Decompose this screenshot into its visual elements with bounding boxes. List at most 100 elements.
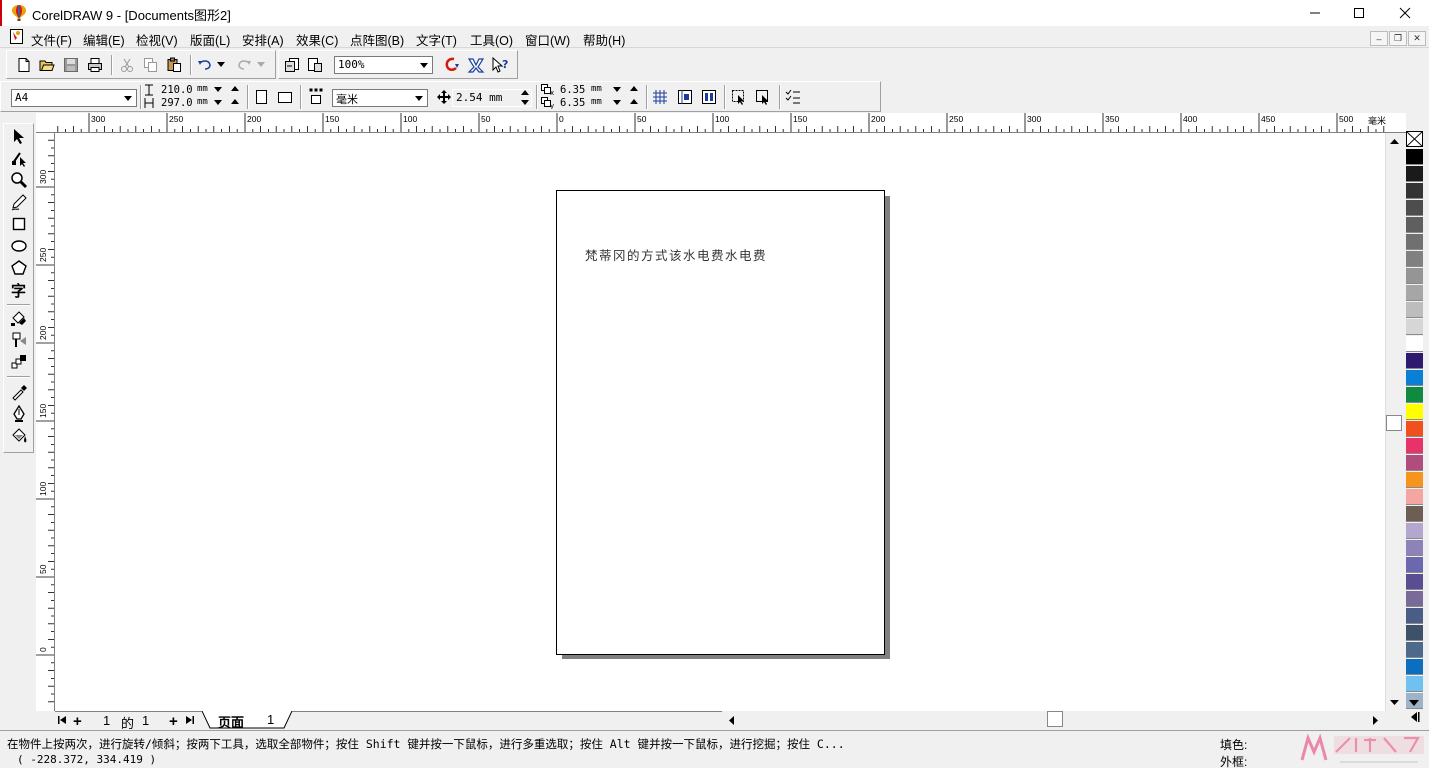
menu-edit[interactable]: 编辑(E) (83, 30, 125, 49)
draw-objects-when-moving-button[interactable] (754, 88, 772, 106)
menu-arrange[interactable]: 安排(A) (242, 30, 284, 49)
duplicate-x-spin-up[interactable] (630, 86, 638, 91)
color-swatch[interactable] (1406, 200, 1423, 216)
palette-scroll-down-button[interactable] (1408, 697, 1420, 707)
scroll-down-button[interactable] (1386, 695, 1402, 711)
interactive-transparency-tool[interactable] (9, 330, 29, 350)
mdi-restore-button[interactable]: ❐ (1389, 31, 1407, 46)
nudge-distance-field[interactable]: 2.54 mm (452, 89, 532, 107)
close-button[interactable] (1382, 0, 1428, 26)
portrait-button[interactable] (253, 88, 271, 106)
zoom-level-combo[interactable]: 100% (334, 56, 433, 74)
scroll-left-button[interactable] (724, 712, 740, 728)
no-color-swatch[interactable] (1406, 131, 1423, 147)
add-page-before-button[interactable]: + (73, 713, 82, 730)
text-tool[interactable]: 字 (9, 280, 29, 300)
color-swatch[interactable] (1406, 591, 1423, 607)
chevron-down-icon[interactable] (412, 91, 426, 105)
color-swatch[interactable] (1406, 353, 1423, 369)
height-spin-down[interactable] (214, 100, 222, 105)
undo-dropdown[interactable] (215, 56, 227, 74)
vertical-scroll-thumb[interactable] (1386, 415, 1402, 431)
duplicate-y-spin-down[interactable] (613, 100, 621, 105)
snap-to-objects-button[interactable] (700, 88, 718, 106)
print-button[interactable] (86, 56, 104, 74)
color-swatch[interactable] (1406, 659, 1423, 675)
vertical-scrollbar[interactable] (1385, 133, 1402, 711)
freehand-tool[interactable] (9, 192, 29, 212)
color-swatch[interactable] (1406, 523, 1423, 539)
color-swatch[interactable] (1406, 234, 1423, 250)
snap-to-grid-button[interactable] (651, 88, 669, 106)
color-swatch[interactable] (1406, 676, 1423, 692)
color-swatch[interactable] (1406, 438, 1423, 454)
artistic-text-object[interactable]: 梵蒂冈的方式该水电费水电费 (585, 245, 767, 264)
export-button[interactable] (306, 56, 324, 74)
chevron-down-icon[interactable] (417, 58, 431, 72)
import-button[interactable] (283, 56, 301, 74)
corel-application-launcher-button[interactable] (444, 56, 462, 74)
units-combo[interactable]: 毫米 (332, 89, 428, 107)
options-button[interactable] (784, 88, 802, 106)
color-swatch[interactable] (1406, 489, 1423, 505)
polygon-tool[interactable] (9, 258, 29, 278)
maximize-button[interactable] (1336, 0, 1382, 26)
duplicate-y-value[interactable]: 6.35 (560, 97, 585, 109)
copy-button[interactable] (141, 56, 159, 74)
color-swatch[interactable] (1406, 268, 1423, 284)
redo-button[interactable] (235, 56, 253, 74)
redo-dropdown[interactable] (255, 56, 267, 74)
color-swatch[interactable] (1406, 421, 1423, 437)
paste-button[interactable] (165, 56, 183, 74)
open-button[interactable] (38, 56, 56, 74)
menu-help[interactable]: 帮助(H) (583, 30, 625, 49)
document-page[interactable]: 梵蒂冈的方式该水电费水电费 (556, 190, 885, 655)
color-swatch[interactable] (1406, 625, 1423, 641)
zoom-tool[interactable] (9, 170, 29, 190)
duplicate-y-spin-up[interactable] (630, 99, 638, 104)
rectangle-tool[interactable] (9, 214, 29, 234)
color-swatch[interactable] (1406, 319, 1423, 335)
color-swatch[interactable] (1406, 166, 1423, 182)
menu-bitmaps[interactable]: 点阵图(B) (350, 30, 404, 49)
treat-as-filled-button[interactable] (730, 88, 748, 106)
page-tab[interactable]: 页面 1 (202, 711, 292, 730)
nudge-spin-up[interactable] (521, 90, 529, 95)
color-swatch[interactable] (1406, 608, 1423, 624)
height-spin-up[interactable] (231, 99, 239, 104)
fill-tool[interactable] (9, 426, 29, 446)
outline-tool[interactable] (9, 404, 29, 424)
color-swatch[interactable] (1406, 387, 1423, 403)
first-page-button[interactable] (57, 714, 67, 726)
color-swatch[interactable] (1406, 455, 1423, 471)
pick-tool[interactable] (9, 126, 29, 146)
width-spin-down[interactable] (214, 87, 222, 92)
paper-size-combo[interactable]: A4 (11, 89, 137, 107)
color-swatch[interactable] (1406, 506, 1423, 522)
cut-button[interactable] (118, 56, 136, 74)
undo-button[interactable] (196, 56, 214, 74)
add-page-after-button[interactable]: + (169, 713, 178, 730)
color-swatch[interactable] (1406, 183, 1423, 199)
drawing-canvas[interactable]: 梵蒂冈的方式该水电费水电费 (55, 133, 1385, 711)
eyedropper-tool[interactable] (9, 382, 29, 402)
menu-window[interactable]: 窗口(W) (525, 30, 570, 49)
interactive-fill-tool[interactable] (9, 308, 29, 328)
interactive-blend-tool[interactable] (9, 352, 29, 372)
whats-this-button[interactable]: ? (491, 56, 509, 74)
menu-effects[interactable]: 效果(C) (296, 30, 338, 49)
chevron-down-icon[interactable] (121, 91, 135, 105)
menu-layout[interactable]: 版面(L) (190, 30, 230, 49)
menu-text[interactable]: 文字(T) (416, 30, 457, 49)
color-swatch[interactable] (1406, 285, 1423, 301)
last-page-button[interactable] (185, 714, 195, 726)
color-swatch[interactable] (1406, 574, 1423, 590)
color-swatch[interactable] (1406, 149, 1423, 165)
scroll-right-button[interactable] (1368, 712, 1384, 728)
scroll-up-button[interactable] (1386, 134, 1402, 150)
color-swatch[interactable] (1406, 472, 1423, 488)
menu-tools[interactable]: 工具(O) (470, 30, 513, 49)
horizontal-scrollbar[interactable] (722, 711, 1385, 728)
landscape-button[interactable] (276, 88, 294, 106)
color-swatch[interactable] (1406, 404, 1423, 420)
